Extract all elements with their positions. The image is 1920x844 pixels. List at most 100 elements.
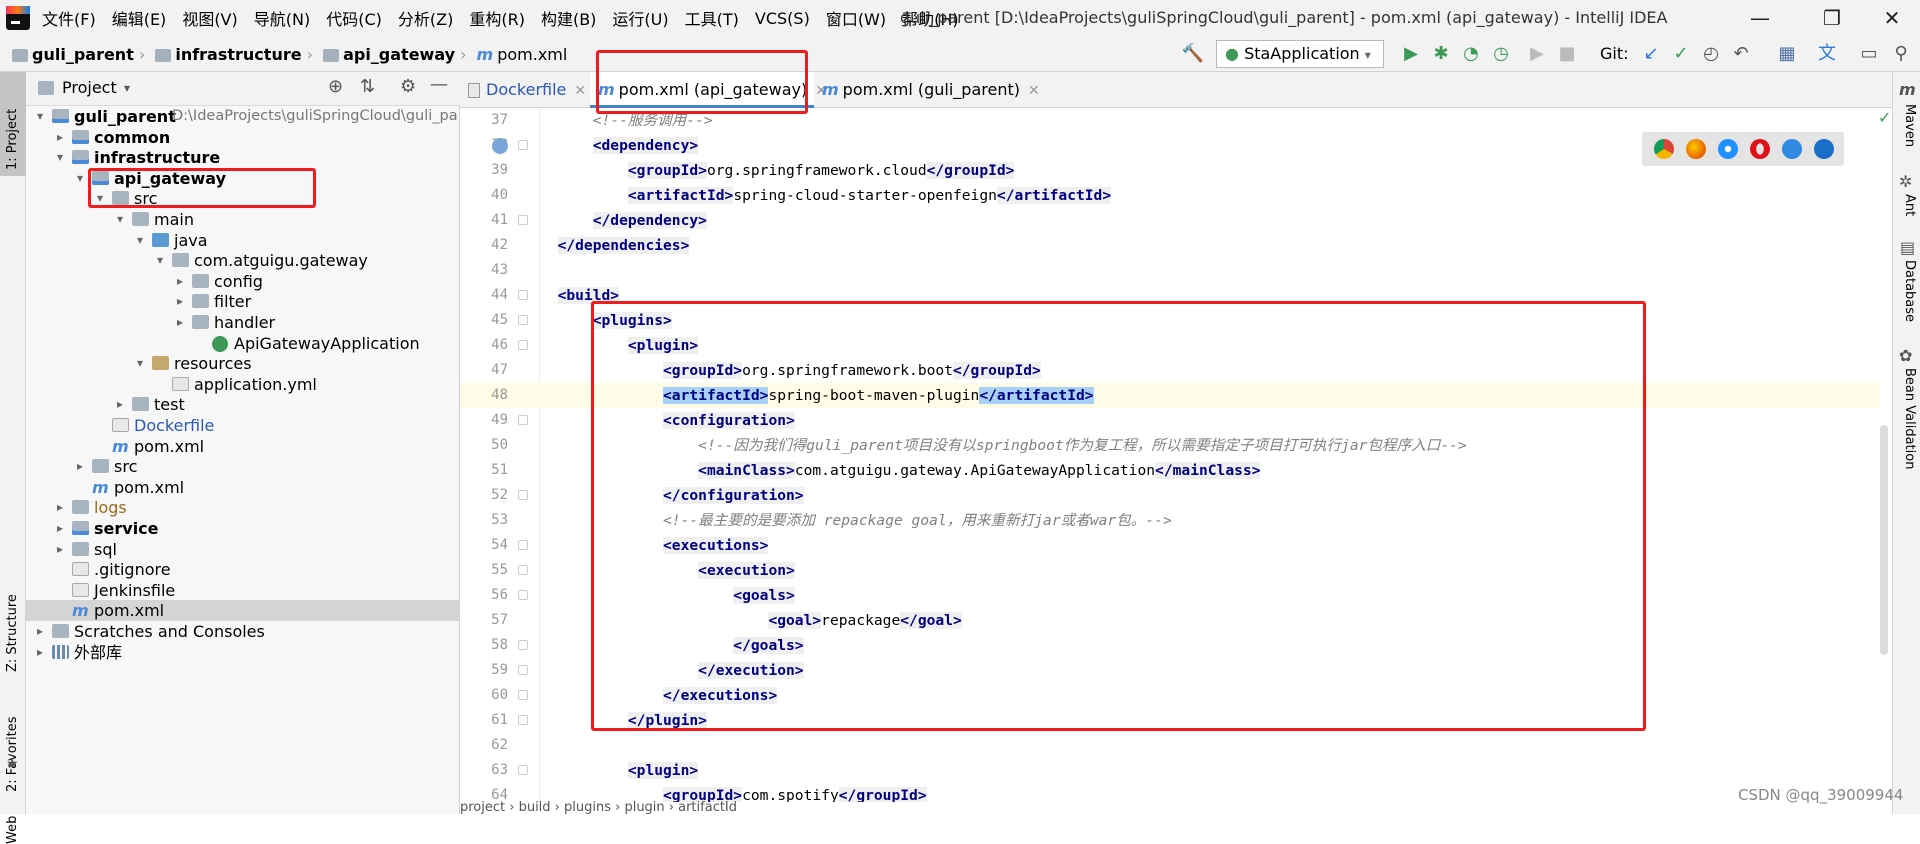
run-disabled-icon[interactable]: ▶	[1524, 42, 1550, 66]
stop-icon[interactable]: ■	[1554, 42, 1580, 66]
fold-marker-icon[interactable]	[518, 215, 528, 225]
menu-item[interactable]: 工具(T)	[685, 6, 739, 30]
project-view-title[interactable]: Project	[62, 78, 117, 97]
locate-icon[interactable]: ⊕	[328, 76, 343, 97]
menu-item[interactable]: 编辑(E)	[112, 6, 167, 30]
menu-item[interactable]: 代码(C)	[326, 6, 382, 30]
fold-marker-icon[interactable]	[518, 765, 528, 775]
menu-item[interactable]: 导航(N)	[254, 6, 310, 30]
fold-marker-icon[interactable]	[518, 315, 528, 325]
spring-bean-gutter-icon[interactable]	[492, 138, 508, 154]
chevron-down-icon[interactable]: ▾	[34, 106, 46, 127]
chevron-down-icon[interactable]: ▾	[54, 147, 66, 168]
menu-item[interactable]: 重构(R)	[469, 6, 525, 30]
tree-node-common[interactable]: ▸ common	[26, 127, 460, 148]
chevron-down-icon[interactable]: ▾	[74, 168, 86, 189]
project-tool-label[interactable]: 1: Project	[5, 109, 20, 170]
menu-item[interactable]: 文件(F)	[42, 6, 96, 30]
translate-icon[interactable]: 文	[1814, 42, 1840, 66]
tree-node-jenkinsfile[interactable]: Jenkinsfile	[26, 580, 460, 601]
chevron-right-icon[interactable]: ▸	[34, 642, 46, 663]
fold-marker-icon[interactable]	[518, 715, 528, 725]
tree-node-service[interactable]: ▸ service	[26, 518, 460, 539]
gear-icon[interactable]: ⚙	[400, 76, 416, 97]
code-breadcrumb[interactable]: project › build › plugins › plugin › art…	[460, 800, 1892, 814]
tree-node-main[interactable]: ▾ main	[26, 209, 460, 230]
fold-marker-icon[interactable]	[518, 140, 528, 150]
close-icon[interactable]: ✕	[1028, 83, 1040, 99]
tab-pom-guli-parent[interactable]: m pom.xml (guli_parent) ✕	[814, 72, 1040, 108]
minimize-button[interactable]: —	[1740, 4, 1780, 32]
git-update-icon[interactable]: ↙	[1638, 42, 1664, 66]
edge-icon[interactable]	[1814, 139, 1834, 159]
presentation-icon[interactable]: ▭	[1856, 42, 1882, 66]
chevron-right-icon[interactable]: ▸	[34, 621, 46, 642]
internet-explorer-icon[interactable]	[1782, 139, 1802, 159]
fold-marker-icon[interactable]	[518, 665, 528, 675]
opera-icon[interactable]	[1750, 139, 1770, 159]
ant-tool-label[interactable]: Ant	[1902, 194, 1917, 216]
tree-node-logs[interactable]: ▸ logs	[26, 497, 460, 518]
tree-node-filter[interactable]: ▸ filter	[26, 291, 460, 312]
tree-node-pom-xml[interactable]: m pom.xml	[26, 436, 460, 457]
chevron-right-icon[interactable]: ▸	[54, 518, 66, 539]
chevron-right-icon[interactable]: ▸	[54, 497, 66, 518]
search-icon[interactable]: ⚲	[1888, 42, 1914, 66]
menu-item[interactable]: VCS(S)	[755, 9, 810, 28]
tab-dockerfile[interactable]: Dockerfile ✕	[460, 72, 590, 108]
menu-item[interactable]: 视图(V)	[182, 6, 237, 30]
menu-item[interactable]: 窗口(W)	[826, 6, 886, 30]
fold-marker-icon[interactable]	[518, 340, 528, 350]
maximize-button[interactable]: ❐	[1812, 4, 1852, 32]
chevron-right-icon[interactable]: ▸	[54, 539, 66, 560]
run-icon[interactable]: ▶	[1398, 42, 1424, 66]
fold-marker-icon[interactable]	[518, 540, 528, 550]
chevron-right-icon[interactable]: ▸	[174, 271, 186, 292]
chevron-down-icon[interactable]: ▾	[124, 81, 130, 95]
breadcrumb-item[interactable]: api_gateway ›	[323, 45, 467, 64]
tree-node-java[interactable]: ▾ java	[26, 230, 460, 251]
tree-node-src[interactable]: ▸ src	[26, 456, 460, 477]
git-history-icon[interactable]: ◴	[1698, 42, 1724, 66]
breadcrumb-item[interactable]: guli_parent ›	[12, 45, 145, 64]
hide-icon[interactable]: —	[430, 74, 448, 95]
chevron-down-icon[interactable]: ▾	[134, 353, 146, 374]
close-icon[interactable]: ✕	[574, 83, 586, 99]
chevron-right-icon[interactable]: ▸	[74, 456, 86, 477]
chevron-down-icon[interactable]: ▾	[114, 209, 126, 230]
tree-node-sql[interactable]: ▸ sql	[26, 539, 460, 560]
fold-marker-icon[interactable]	[518, 290, 528, 300]
chevron-right-icon[interactable]: ▸	[174, 291, 186, 312]
favorites-tool-label[interactable]: 2: Favorites	[5, 716, 20, 792]
menu-item[interactable]: 构建(B)	[541, 6, 596, 30]
tree-node-handler[interactable]: ▸ handler	[26, 312, 460, 333]
tree-node--[interactable]: ▸ 外部库	[26, 642, 460, 663]
coverage-icon[interactable]: ◔	[1458, 42, 1484, 66]
tree-node-apigatewayapplication[interactable]: ApiGatewayApplication	[26, 333, 460, 354]
fold-marker-icon[interactable]	[518, 690, 528, 700]
debug-icon[interactable]: ✱	[1428, 42, 1454, 66]
tree-node-pom-xml[interactable]: m pom.xml	[26, 477, 460, 498]
fold-marker-icon[interactable]	[518, 640, 528, 650]
collapse-all-icon[interactable]: ⇅	[360, 76, 375, 97]
tree-node-guli-parent[interactable]: ▾ guli_parent D:\IdeaProjects\guliSpringCl…	[26, 106, 460, 127]
bean-validation-tool-label[interactable]: Bean Validation	[1902, 368, 1917, 469]
menu-item[interactable]: 运行(U)	[612, 6, 668, 30]
tree-node-resources[interactable]: ▾ resources	[26, 353, 460, 374]
chrome-icon[interactable]	[1654, 139, 1674, 159]
database-tool-label[interactable]: Database	[1902, 260, 1917, 322]
git-commit-icon[interactable]: ✓	[1668, 42, 1694, 66]
editor-scrollbar[interactable]	[1880, 425, 1888, 655]
web-tool-label[interactable]: Web	[5, 816, 20, 844]
tree-node--gitignore[interactable]: .gitignore	[26, 559, 460, 580]
safari-icon[interactable]	[1718, 139, 1738, 159]
profile-icon[interactable]: ◷	[1488, 42, 1514, 66]
project-structure-icon[interactable]: ▦	[1774, 42, 1800, 66]
structure-tool-label[interactable]: Z: Structure	[5, 594, 20, 672]
build-hammer-icon[interactable]: 🔨	[1180, 42, 1206, 66]
fold-marker-icon[interactable]	[518, 415, 528, 425]
fold-marker-icon[interactable]	[518, 490, 528, 500]
tree-node-pom-xml[interactable]: m pom.xml	[26, 600, 460, 622]
tree-node-infrastructure[interactable]: ▾ infrastructure	[26, 147, 460, 168]
tree-node-test[interactable]: ▸ test	[26, 394, 460, 415]
